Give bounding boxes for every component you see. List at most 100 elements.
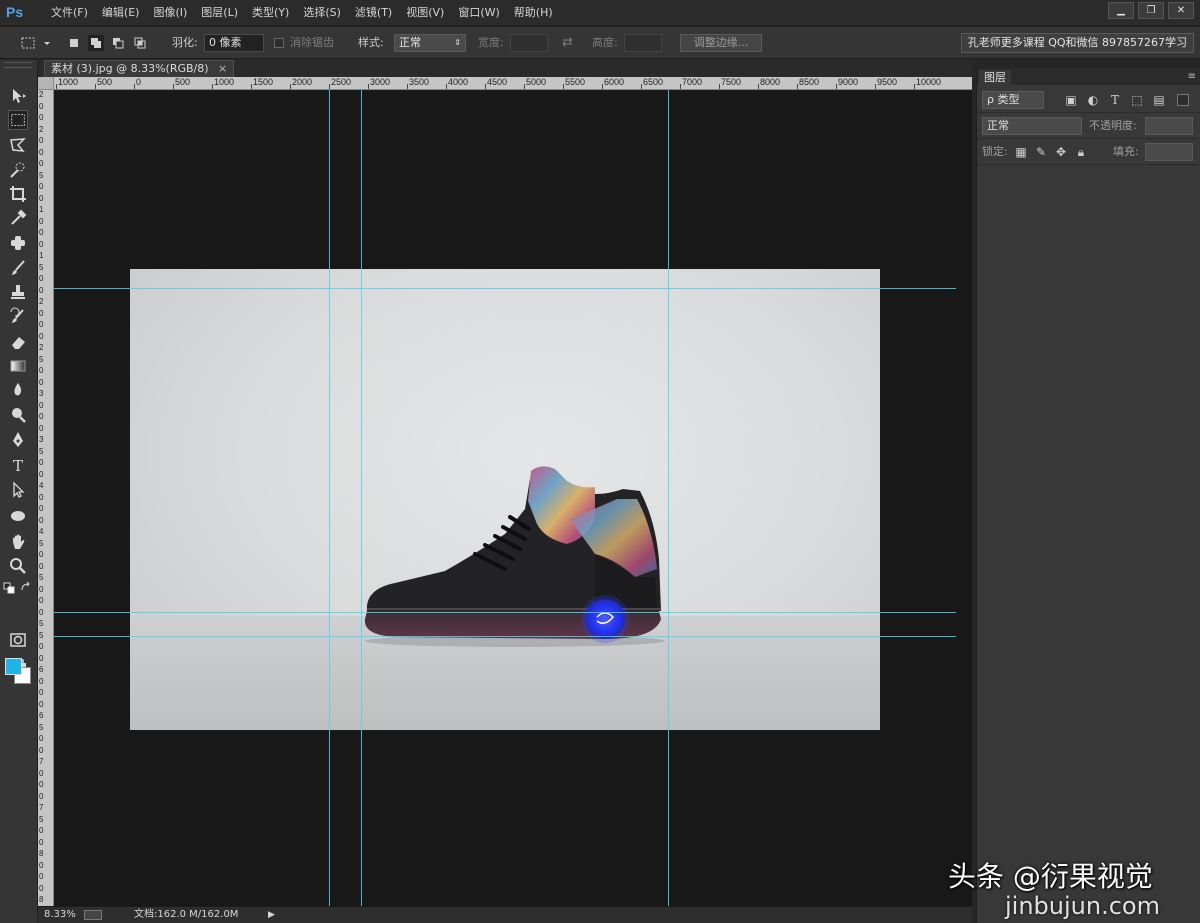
select-arrows-icon: ⇕: [454, 38, 461, 47]
eraser-tool-icon[interactable]: [8, 332, 28, 352]
refine-edge-button[interactable]: 调整边缘...: [680, 34, 762, 52]
add-to-selection-icon[interactable]: [88, 35, 104, 51]
lock-position-icon[interactable]: ✥: [1053, 144, 1069, 160]
path-selection-tool-icon[interactable]: [8, 480, 28, 500]
lock-pixels-icon[interactable]: ✎: [1033, 144, 1049, 160]
window-controls: ▁ ❐ ✕: [1108, 2, 1194, 19]
guide-vertical[interactable]: [329, 90, 330, 906]
ruler-top-tick: [680, 84, 681, 89]
healing-brush-tool-icon[interactable]: [8, 233, 28, 253]
history-brush-tool-icon[interactable]: [8, 307, 28, 327]
menu-edit[interactable]: 编辑(E): [95, 0, 147, 26]
menu-file[interactable]: 文件(F): [44, 0, 95, 26]
blend-mode-value: 正常: [987, 119, 1009, 132]
filter-toggle-switch[interactable]: [1177, 94, 1189, 106]
ellipse-tool-icon[interactable]: [8, 506, 28, 526]
quick-selection-tool-icon[interactable]: [8, 160, 28, 180]
crop-tool-icon[interactable]: [8, 184, 28, 204]
guide-vertical[interactable]: [668, 90, 669, 906]
height-input[interactable]: [624, 34, 662, 52]
lock-transparency-icon[interactable]: ▦: [1013, 144, 1029, 160]
fill-input[interactable]: [1145, 143, 1193, 161]
document-canvas[interactable]: [130, 269, 880, 730]
height-label: 高度:: [592, 36, 618, 49]
close-tab-icon[interactable]: ×: [218, 62, 227, 75]
move-tool-icon[interactable]: [8, 86, 28, 106]
ruler-origin[interactable]: [38, 77, 54, 90]
opacity-input[interactable]: [1145, 117, 1193, 135]
filter-type-icon[interactable]: T: [1107, 92, 1123, 108]
foreground-color-swatch[interactable]: [5, 658, 22, 675]
proof-icon[interactable]: [84, 910, 102, 920]
toolbar: T: [0, 60, 38, 923]
status-menu-arrow-icon[interactable]: ▶: [268, 907, 275, 923]
swap-dimensions-icon[interactable]: ⇄: [562, 27, 573, 59]
brush-tool-icon[interactable]: [8, 258, 28, 278]
ruler-left-label: 0: [39, 136, 44, 145]
menu-image[interactable]: 图像(I): [146, 0, 194, 26]
zoom-level[interactable]: 8.33%: [44, 907, 76, 923]
panel-menu-icon[interactable]: ≡: [1188, 71, 1196, 82]
feather-input[interactable]: 0 像素: [204, 34, 264, 52]
eyedropper-tool-icon[interactable]: [8, 208, 28, 228]
ruler-left-label: 8: [39, 895, 44, 904]
menu-layer[interactable]: 图层(L): [194, 0, 245, 26]
subtract-from-selection-icon[interactable]: [110, 35, 126, 51]
ruler-left-label: 0: [39, 780, 44, 789]
close-button[interactable]: ✕: [1168, 2, 1194, 19]
horizontal-ruler[interactable]: 1000 500 0 500 1000 1500 2000 2500 3000 3500 4000 4…: [54, 77, 972, 90]
pen-tool-icon[interactable]: [8, 430, 28, 450]
dodge-tool-icon[interactable]: [8, 405, 28, 425]
ruler-left-label: 5: [39, 170, 44, 180]
type-tool-icon[interactable]: T: [8, 456, 28, 476]
guide-vertical[interactable]: [361, 90, 362, 906]
rectangular-marquee-icon[interactable]: [20, 35, 36, 51]
ruler-top-label: 5500: [565, 77, 586, 87]
hand-tool-icon[interactable]: [8, 532, 28, 552]
layer-filter-select[interactable]: ρ 类型: [982, 91, 1044, 109]
restore-button[interactable]: ❐: [1138, 2, 1164, 19]
feather-label: 羽化:: [172, 36, 198, 49]
swap-colors-icon[interactable]: [20, 581, 32, 593]
blend-mode-select[interactable]: 正常: [982, 117, 1082, 135]
lock-all-icon[interactable]: 🔒︎: [1073, 144, 1089, 160]
lasso-tool-icon[interactable]: [8, 135, 28, 155]
filter-shape-icon[interactable]: ⬚: [1129, 92, 1145, 108]
layers-tab[interactable]: 图层: [979, 70, 1011, 85]
tool-preset-dropdown-icon[interactable]: [42, 35, 52, 51]
antialias-checkbox[interactable]: [274, 38, 284, 48]
menu-type[interactable]: 类型(Y): [245, 0, 296, 26]
quick-mask-icon[interactable]: [8, 630, 28, 650]
filter-pixel-icon[interactable]: ▣: [1063, 92, 1079, 108]
ruler-left-label: 0: [39, 688, 44, 697]
menu-filter[interactable]: 滤镜(T): [348, 0, 399, 26]
menu-view[interactable]: 视图(V): [399, 0, 451, 26]
filter-adjustment-icon[interactable]: ◐: [1085, 92, 1101, 108]
ruler-left-label: 4: [39, 481, 44, 490]
guide-horizontal[interactable]: [54, 636, 956, 637]
guide-horizontal[interactable]: [54, 288, 956, 289]
guide-horizontal[interactable]: [54, 612, 956, 613]
vertical-ruler[interactable]: 2 0 0 2 0 0 0 5 0 0 1 0 0 0 1 5 0 0 2 0 0 0 2 5 0 0 3 0 0 0 3 5 0 0 4 0 0 0 4 5…: [38, 90, 54, 906]
zoom-tool-icon[interactable]: [8, 556, 28, 576]
filter-smart-object-icon[interactable]: ▤: [1151, 92, 1167, 108]
canvas-workspace[interactable]: [54, 90, 972, 906]
ruler-top-tick: [56, 84, 57, 89]
default-colors-icon[interactable]: [3, 582, 15, 594]
gradient-tool-icon[interactable]: [8, 356, 28, 376]
clone-stamp-tool-icon[interactable]: [8, 282, 28, 302]
document-tab[interactable]: 素材 (3).jpg @ 8.33%(RGB/8) ×: [44, 60, 235, 77]
ruler-left-label: 5: [39, 538, 44, 548]
menu-select[interactable]: 选择(S): [296, 0, 348, 26]
blur-tool-icon[interactable]: [8, 380, 28, 400]
menu-help[interactable]: 帮助(H): [507, 0, 560, 26]
width-input[interactable]: [510, 34, 548, 52]
menu-window[interactable]: 窗口(W): [451, 0, 506, 26]
ruler-top-label: 0: [136, 77, 142, 87]
minimize-button[interactable]: ▁: [1108, 2, 1134, 19]
new-selection-icon[interactable]: [66, 35, 82, 51]
style-select[interactable]: 正常 ⇕: [394, 34, 466, 52]
toolbar-grip[interactable]: [4, 62, 32, 68]
intersect-selection-icon[interactable]: [132, 35, 148, 51]
marquee-tool-icon[interactable]: [8, 110, 28, 130]
